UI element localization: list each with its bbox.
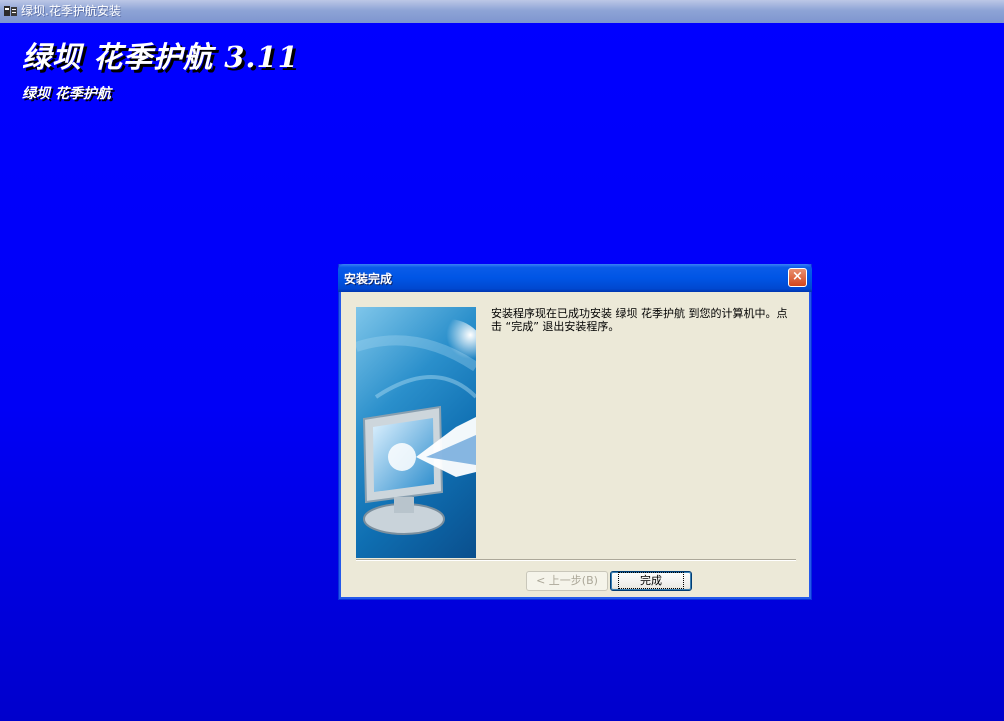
computer-monitor-illustration	[356, 307, 476, 558]
brand-subtitle: 绿坝 花季护航	[22, 86, 111, 102]
window-title: 绿坝.花季护航安装	[21, 4, 121, 18]
finish-button[interactable]: 完成	[610, 571, 692, 591]
window-titlebar: 绿坝.花季护航安装	[0, 0, 1004, 23]
close-icon: ×	[792, 269, 803, 284]
back-button[interactable]: < 上一步(B)	[526, 571, 608, 591]
divider	[356, 559, 796, 561]
dialog-titlebar[interactable]: 安装完成 ×	[338, 264, 812, 292]
completion-message: 安装程序现在已成功安装 绿坝 花季护航 到您的计算机中。点击 “完成” 退出安装…	[491, 307, 788, 333]
monitor-icon	[356, 319, 476, 535]
brand-title: 绿坝 花季护航 3.11	[22, 40, 299, 74]
installer-app-icon	[4, 6, 17, 16]
finish-label: 完成	[618, 572, 684, 589]
close-button[interactable]: ×	[788, 268, 807, 287]
dialog-body: 安装程序现在已成功安装 绿坝 花季护航 到您的计算机中。点击 “完成” 退出安装…	[342, 292, 808, 597]
install-complete-dialog: 安装完成 × 安装程序现在已成功安装 绿坝 花季护航 到您的计算机中。点击 “完…	[338, 264, 812, 600]
dialog-title: 安装完成	[344, 272, 393, 286]
